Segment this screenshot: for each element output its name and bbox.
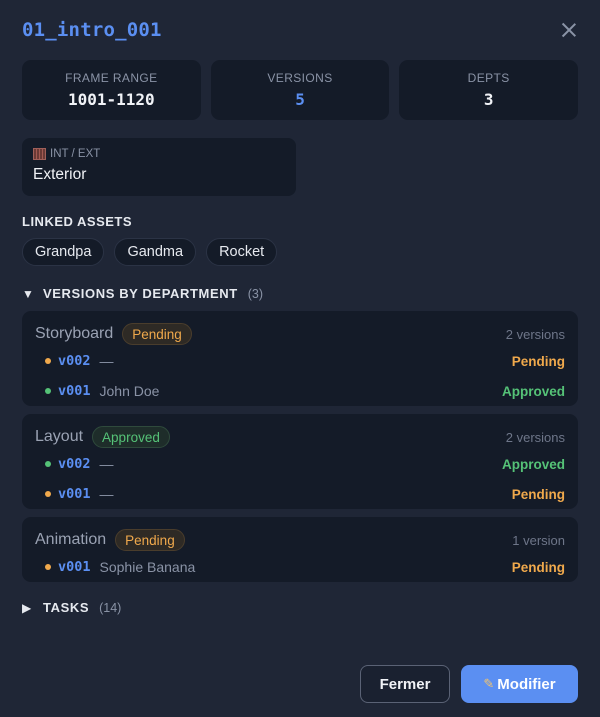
linked-assets-title: LINKED ASSETS [22, 214, 133, 229]
panel-header: 01_intro_001 [22, 0, 578, 60]
stat-label: DEPTS [467, 71, 510, 85]
asset-chip[interactable]: Gandma [114, 238, 197, 266]
shot-title: 01_intro_001 [22, 19, 162, 41]
caret-down-icon: ▼ [22, 286, 34, 301]
department-name: Layout [35, 428, 84, 445]
section-count: (14) [99, 600, 122, 615]
stat-value: 5 [295, 90, 305, 109]
department-name: Animation [35, 531, 107, 548]
status-dot-icon [45, 388, 51, 394]
version-code: v001 [58, 486, 91, 502]
version-status: Pending [511, 486, 565, 502]
field-label-text: INT / EXT [50, 148, 101, 160]
asset-chip[interactable]: Rocket [206, 238, 278, 266]
version-code: v002 [58, 353, 91, 369]
version-code: v001 [58, 559, 91, 575]
version-row[interactable]: v001 — Pending [35, 479, 565, 509]
status-dot-icon [45, 491, 51, 497]
caret-right-icon: ▶ [22, 600, 32, 615]
department-list: Storyboard Pending 2 versions v002 — Pen… [22, 311, 578, 582]
versions-by-department-toggle[interactable]: ▼ VERSIONS BY DEPARTMENT (3) [22, 286, 578, 301]
version-count: 2 versions [505, 326, 565, 342]
int-ext-field: INT / EXT Exterior [22, 138, 296, 196]
asset-chip[interactable]: Grandpa [22, 238, 105, 266]
stat-value: 1001-1120 [67, 90, 155, 109]
shot-detail-panel: 01_intro_001 FRAME RANGE 1001-1120 VERSI… [0, 0, 600, 717]
edit-button[interactable]: ✎ Modifier [461, 665, 578, 703]
version-row[interactable]: v002 — Pending [35, 346, 565, 376]
version-row[interactable]: v002 — Approved [35, 449, 565, 479]
footer-actions: Fermer ✎ Modifier [360, 665, 578, 703]
stat-depts: DEPTS 3 [399, 60, 579, 120]
version-status: Approved [501, 383, 565, 399]
section-count: (3) [247, 286, 264, 301]
version-status: Pending [511, 353, 565, 369]
stat-label: FRAME RANGE [65, 71, 158, 85]
field-label: INT / EXT [33, 148, 285, 160]
version-user: — [99, 456, 114, 472]
version-user: — [99, 353, 114, 369]
section-title: VERSIONS BY DEPARTMENT [43, 286, 238, 301]
section-title: TASKS [43, 600, 90, 615]
version-code: v002 [58, 456, 91, 472]
close-button[interactable]: Fermer [360, 665, 450, 703]
department-card: Storyboard Pending 2 versions v002 — Pen… [22, 311, 578, 406]
status-dot-icon [45, 461, 51, 467]
tasks-toggle[interactable]: ▶ TASKS (14) [22, 600, 578, 615]
pencil-icon: ✎ [483, 676, 495, 691]
status-dot-icon [45, 564, 51, 570]
close-icon[interactable] [557, 18, 581, 42]
status-dot-icon [45, 358, 51, 364]
department-card: Layout Approved 2 versions v002 — Approv… [22, 414, 578, 509]
department-name: Storyboard [35, 325, 114, 342]
version-user: Sophie Banana [99, 559, 196, 575]
version-row[interactable]: v001 John Doe Approved [35, 376, 565, 406]
version-status: Approved [501, 456, 565, 472]
linked-assets-list: Grandpa Gandma Rocket [22, 238, 578, 266]
version-count: 2 versions [505, 429, 565, 445]
department-header: Storyboard Pending 2 versions [35, 322, 565, 346]
department-card: Animation Pending 1 version v001 Sophie … [22, 517, 578, 582]
film-icon [33, 148, 46, 160]
stat-versions: VERSIONS 5 [210, 60, 390, 120]
stats-row: FRAME RANGE 1001-1120 VERSIONS 5 DEPTS 3 [22, 60, 579, 120]
version-user: — [99, 486, 114, 502]
field-value: Exterior [33, 166, 87, 183]
department-header: Layout Approved 2 versions [35, 425, 565, 449]
version-code: v001 [58, 383, 91, 399]
version-user: John Doe [99, 383, 160, 399]
version-status: Pending [511, 559, 565, 575]
version-row[interactable]: v001 Sophie Banana Pending [35, 552, 565, 582]
version-count: 1 version [512, 532, 565, 548]
department-header: Animation Pending 1 version [35, 528, 565, 552]
stat-label: VERSIONS [267, 71, 333, 85]
edit-button-label: Modifier [497, 675, 556, 693]
stat-value: 3 [483, 90, 494, 109]
status-badge: Approved [92, 426, 170, 448]
stat-frame-range: FRAME RANGE 1001-1120 [22, 60, 201, 120]
status-badge: Pending [115, 529, 185, 551]
status-badge: Pending [122, 323, 192, 345]
